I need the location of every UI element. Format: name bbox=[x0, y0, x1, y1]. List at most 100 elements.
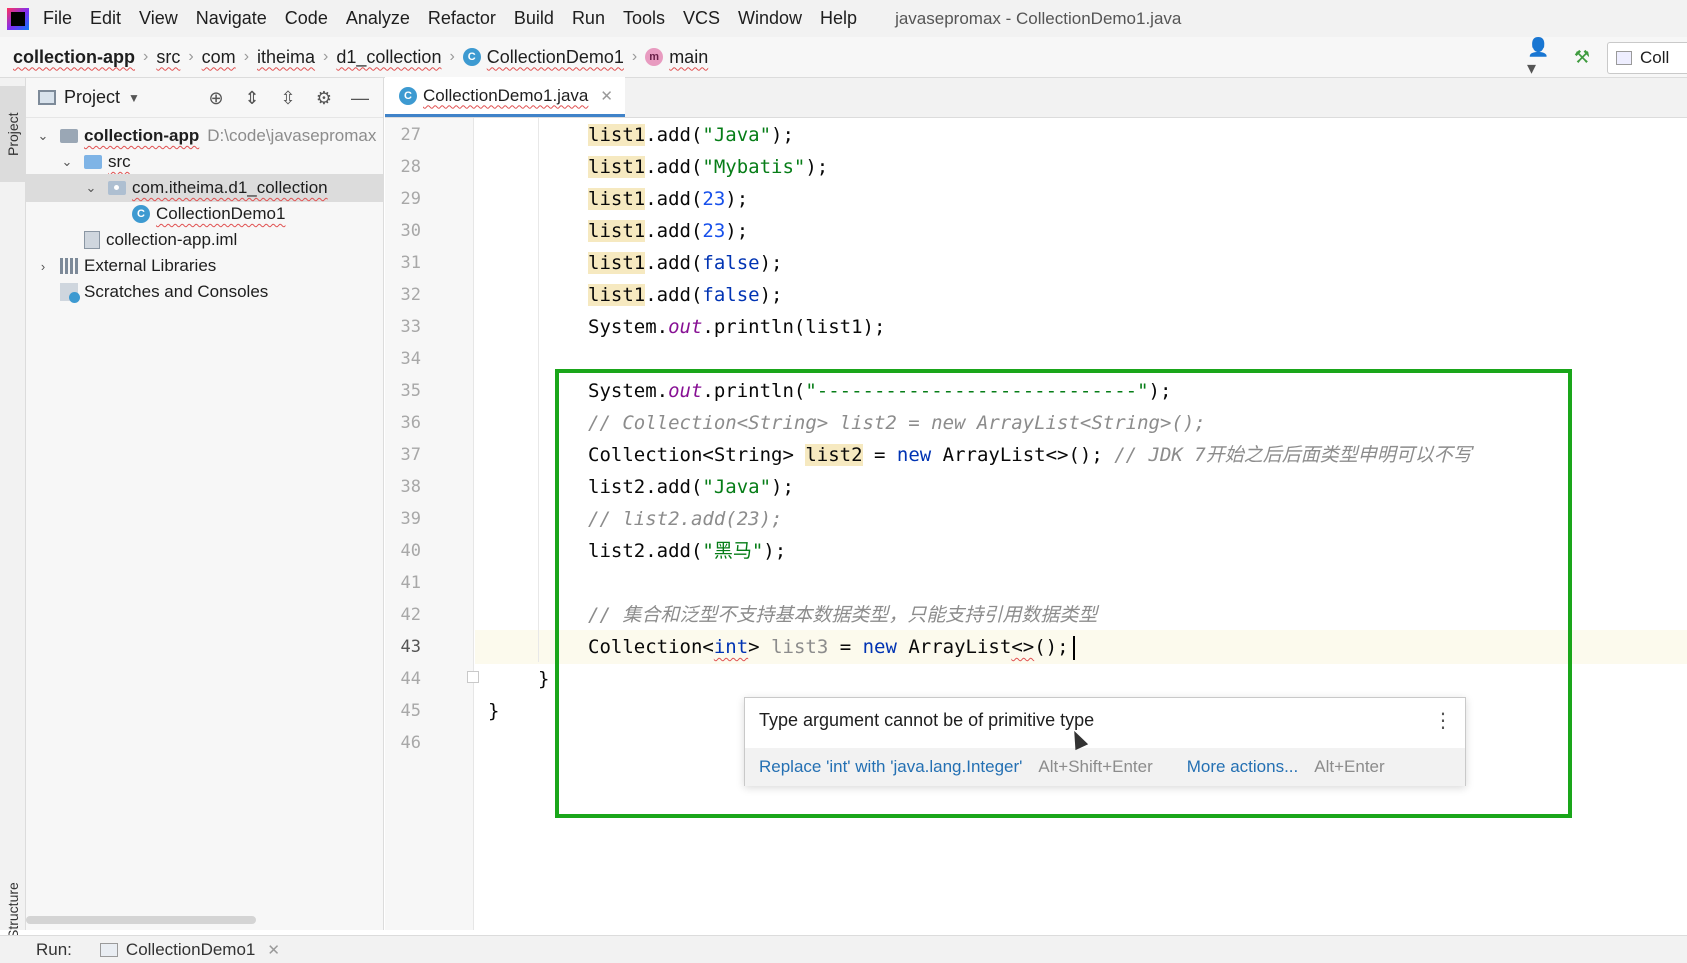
run-label: Run: bbox=[36, 939, 72, 959]
line-number: 35 bbox=[400, 381, 421, 401]
tree-item-collection-app[interactable]: ⌄ collection-app D:\code\javasepromax bbox=[26, 122, 384, 150]
line-number: 46 bbox=[400, 733, 421, 753]
line-number-current: 43 bbox=[400, 637, 421, 657]
breadcrumb-project[interactable]: collection-app bbox=[13, 47, 135, 68]
breadcrumb-separator-icon: › bbox=[243, 48, 250, 65]
code-line-33: System.out.println(list1); bbox=[588, 316, 886, 338]
line-number: 32 bbox=[400, 285, 421, 305]
line-number: 41 bbox=[400, 573, 421, 593]
editor-tab-bar: C CollectionDemo1.java ✕ bbox=[385, 77, 1687, 118]
chevron-down-icon: ▼ bbox=[128, 90, 140, 105]
project-panel-title: Project bbox=[64, 87, 121, 107]
line-number: 33 bbox=[400, 317, 421, 337]
code-line-29: list1.add(23); bbox=[588, 188, 749, 210]
editor-tab-label: CollectionDemo1.java bbox=[423, 85, 589, 105]
line-number: 44 bbox=[400, 669, 421, 689]
breadcrumb-class[interactable]: CollectionDemo1 bbox=[487, 47, 624, 68]
code-line-31: list1.add(false); bbox=[588, 252, 783, 274]
menu-file[interactable]: File bbox=[43, 8, 72, 29]
hide-panel-icon[interactable]: — bbox=[347, 86, 373, 110]
tree-item-external-libraries[interactable]: › External Libraries bbox=[26, 252, 384, 280]
chevron-down-icon[interactable]: ⌄ bbox=[60, 154, 74, 170]
code-line-32: list1.add(false); bbox=[588, 284, 783, 306]
menu-view[interactable]: View bbox=[139, 8, 178, 29]
chevron-right-icon[interactable]: › bbox=[36, 259, 50, 274]
line-number: 42 bbox=[400, 605, 421, 625]
build-hammer-icon[interactable]: ⚒ bbox=[1567, 46, 1597, 70]
code-line-38: list2.add("Java"); bbox=[588, 476, 794, 498]
tree-item-label: com.itheima.d1_collection bbox=[132, 178, 328, 197]
tree-item-package[interactable]: ⌄ com.itheima.d1_collection bbox=[26, 174, 384, 202]
line-number: 40 bbox=[400, 541, 421, 561]
menu-analyze[interactable]: Analyze bbox=[346, 8, 410, 29]
class-icon: C bbox=[462, 48, 481, 66]
code-line-27: list1.add("Java"); bbox=[588, 124, 794, 146]
collapse-all-icon[interactable]: ⇳ bbox=[275, 86, 301, 110]
run-config-icon bbox=[99, 942, 118, 957]
menu-code[interactable]: Code bbox=[285, 8, 328, 29]
code-line-42: // 集合和泛型不支持基本数据类型，只能支持引用数据类型 bbox=[588, 604, 1098, 626]
line-number: 45 bbox=[400, 701, 421, 721]
menu-help[interactable]: Help bbox=[820, 8, 857, 29]
code-line-28: list1.add("Mybatis"); bbox=[588, 156, 829, 178]
horizontal-scrollbar[interactable] bbox=[26, 916, 256, 924]
more-actions-link[interactable]: More actions... bbox=[1187, 757, 1299, 777]
method-icon: m bbox=[645, 48, 664, 66]
menu-build[interactable]: Build bbox=[514, 8, 554, 29]
menu-bar: File Edit View Navigate Code Analyze Ref… bbox=[0, 0, 1687, 37]
run-tool-bar: Run: CollectionDemo1 ✕ bbox=[0, 935, 1687, 963]
menu-refactor[interactable]: Refactor bbox=[428, 8, 496, 29]
run-tab-collectiondemo1[interactable]: CollectionDemo1 ✕ bbox=[99, 940, 280, 960]
scratches-icon bbox=[60, 283, 80, 303]
project-tool-tab[interactable]: Project bbox=[0, 86, 26, 182]
breadcrumb-method[interactable]: main bbox=[669, 47, 708, 68]
menu-vcs[interactable]: VCS bbox=[683, 8, 720, 29]
project-view-selector[interactable]: Project ▼ bbox=[38, 87, 140, 108]
navbar-toolbar: 👤▾ ⚒ Coll bbox=[1527, 37, 1687, 78]
gear-icon[interactable]: ⚙ bbox=[311, 86, 337, 110]
breadcrumb-src[interactable]: src bbox=[156, 47, 180, 68]
replace-int-quick-fix-link[interactable]: Replace 'int' with 'java.lang.Integer' bbox=[759, 757, 1022, 777]
tree-item-iml[interactable]: collection-app.iml bbox=[26, 226, 384, 254]
tree-item-src[interactable]: ⌄ src bbox=[26, 148, 384, 176]
left-tool-strip: Project Structure bbox=[0, 78, 26, 939]
line-number: 31 bbox=[400, 253, 421, 273]
expand-all-icon[interactable]: ⇕ bbox=[239, 86, 265, 110]
navigation-bar: collection-app › src › com › itheima › d… bbox=[0, 37, 1687, 78]
error-tooltip-popup: Type argument cannot be of primitive typ… bbox=[744, 697, 1466, 786]
breadcrumb-com[interactable]: com bbox=[202, 47, 236, 68]
code-line-45: } bbox=[488, 700, 500, 722]
run-configuration-selector[interactable]: Coll bbox=[1607, 41, 1687, 74]
library-icon bbox=[60, 258, 78, 274]
menu-tools[interactable]: Tools bbox=[623, 8, 665, 29]
breadcrumb-separator-icon: › bbox=[143, 48, 149, 65]
breadcrumb-separator-icon: › bbox=[449, 48, 455, 65]
close-icon[interactable]: ✕ bbox=[600, 87, 613, 105]
breadcrumb-d1-collection[interactable]: d1_collection bbox=[336, 47, 441, 68]
code-area[interactable]: list1.add("Java"); list1.add("Mybatis");… bbox=[475, 118, 1687, 930]
menu-navigate[interactable]: Navigate bbox=[196, 8, 267, 29]
chevron-down-icon[interactable]: ⌄ bbox=[36, 128, 50, 144]
menu-window[interactable]: Window bbox=[738, 8, 802, 29]
code-line-35: System.out.println("--------------------… bbox=[588, 380, 1172, 402]
tree-item-path-hint: D:\code\javasepromax bbox=[207, 126, 377, 145]
tree-item-scratches[interactable]: Scratches and Consoles bbox=[26, 278, 384, 306]
editor-tab-collectiondemo1[interactable]: C CollectionDemo1.java ✕ bbox=[385, 77, 625, 117]
menu-edit[interactable]: Edit bbox=[90, 8, 121, 29]
close-icon[interactable]: ✕ bbox=[267, 941, 280, 959]
line-number: 27 bbox=[400, 125, 421, 145]
module-file-icon bbox=[84, 231, 100, 249]
project-panel-tools: ⊕ ⇕ ⇳ ⚙ — bbox=[193, 86, 373, 110]
chevron-down-icon[interactable]: ⌄ bbox=[84, 180, 98, 196]
package-icon bbox=[108, 181, 126, 195]
tree-item-label: collection-app.iml bbox=[106, 230, 238, 249]
more-options-icon[interactable]: ⋮ bbox=[1433, 708, 1453, 733]
menu-run[interactable]: Run bbox=[572, 8, 605, 29]
tree-item-label: Scratches and Consoles bbox=[84, 282, 269, 301]
more-actions-shortcut: Alt+Enter bbox=[1314, 757, 1385, 776]
breadcrumb-itheima[interactable]: itheima bbox=[257, 47, 315, 68]
locate-file-icon[interactable]: ⊕ bbox=[203, 86, 229, 110]
tree-item-collectiondemo1[interactable]: C CollectionDemo1 bbox=[26, 200, 384, 228]
user-dropdown-icon[interactable]: 👤▾ bbox=[1527, 37, 1557, 78]
source-folder-icon bbox=[84, 155, 102, 169]
